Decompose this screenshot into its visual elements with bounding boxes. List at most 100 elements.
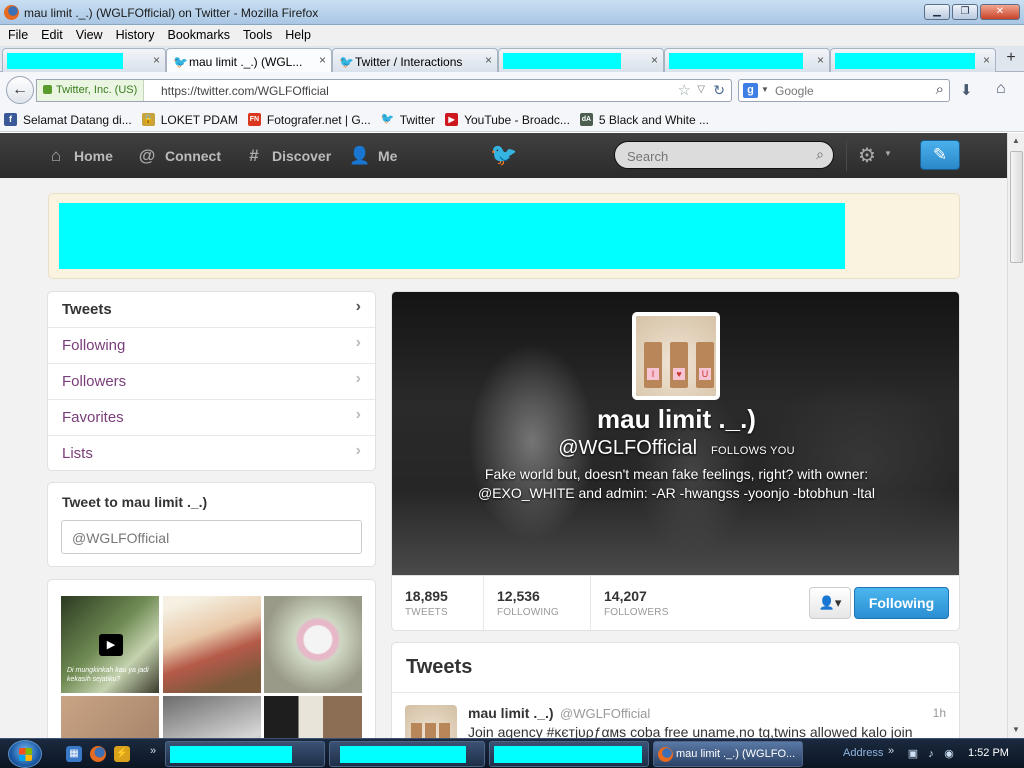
system-clock[interactable]: 1:52 PM (968, 747, 1009, 759)
scroll-down-arrow-icon[interactable]: ▼ (1008, 722, 1024, 738)
profile-nav-following[interactable]: Following › (48, 328, 375, 364)
nav-discover[interactable]: # Discover (243, 133, 331, 178)
tab-close-icon[interactable]: × (817, 53, 824, 67)
menu-help[interactable]: Help (279, 25, 318, 46)
volume-icon[interactable]: ♪ (924, 747, 938, 761)
avatar-figure (425, 723, 436, 738)
profile-nav-tweets[interactable]: Tweets › (48, 292, 375, 328)
gallery-photo[interactable] (264, 596, 362, 693)
address-toolbar-label[interactable]: Address (843, 747, 883, 759)
tab-redacted-4[interactable]: × (830, 48, 996, 72)
firefox-icon[interactable] (90, 746, 106, 762)
tab-close-icon[interactable]: × (485, 53, 492, 67)
history-dropdown-icon[interactable]: ▽ (697, 84, 705, 95)
tab-close-icon[interactable]: × (983, 53, 990, 67)
winamp-icon[interactable]: ⚡ (114, 746, 130, 762)
site-identity-button[interactable]: Twitter, Inc. (US) (37, 80, 145, 101)
gallery-photo[interactable]: ▶ Di mungkinkah kau ya jadi kekasih seja… (61, 596, 159, 693)
window-title-bar[interactable]: mau limit ._.) (WGLFOfficial) on Twitter… (0, 0, 1024, 25)
tab-close-icon[interactable]: × (651, 53, 658, 67)
profile-nav-followers[interactable]: Followers › (48, 364, 375, 400)
stat-followers[interactable]: 14,207 FOLLOWERS (591, 576, 701, 630)
gallery-photo[interactable] (163, 696, 261, 738)
home-icon[interactable]: ⌂ (996, 80, 1006, 98)
start-button[interactable] (8, 740, 42, 768)
address-toolbar-more-icon[interactable]: » (888, 745, 894, 757)
profile-nav-favorites[interactable]: Favorites › (48, 400, 375, 436)
taskbar-button-firefox[interactable]: mau limit ._.) (WGLFO... (653, 741, 803, 767)
tab-redacted-3[interactable]: × (664, 48, 830, 72)
compose-tweet-button[interactable]: ✎ (920, 140, 960, 170)
promo-banner (48, 193, 960, 279)
user-actions-dropdown-button[interactable]: 👤▾ (809, 587, 851, 619)
tweet-to-input[interactable]: @WGLFOfficial (61, 520, 362, 554)
back-button[interactable]: ← (6, 76, 34, 104)
tweet-author-screen-name[interactable]: @WGLFOfficial (560, 706, 650, 721)
following-button[interactable]: Following (854, 587, 949, 619)
twitter-search-input[interactable] (627, 147, 807, 165)
bookmark-loket-pdam[interactable]: 🔒 LOKET PDAM (141, 113, 238, 127)
stat-number: 14,207 (604, 588, 647, 604)
menu-tools[interactable]: Tools (237, 25, 279, 46)
search-icon[interactable]: ⌕ (936, 81, 944, 98)
close-button[interactable]: ✕ (980, 4, 1020, 20)
vertical-scrollbar[interactable]: ▲ ▼ (1007, 133, 1024, 738)
google-icon[interactable]: g (743, 83, 758, 98)
scrollbar-thumb[interactable] (1010, 151, 1023, 263)
tweet-timestamp[interactable]: 1h (933, 706, 946, 720)
twitter-search[interactable]: ⌕ (614, 141, 834, 169)
quicklaunch-more-icon[interactable]: » (150, 745, 156, 757)
menu-file[interactable]: File (2, 25, 35, 46)
stat-tweets[interactable]: 18,895 TWEETS (392, 576, 484, 630)
search-icon[interactable]: ⌕ (816, 146, 824, 163)
profile-avatar[interactable]: I ♥ U (632, 312, 720, 400)
tab-close-icon[interactable]: × (153, 53, 160, 67)
new-tab-button[interactable]: + (1002, 50, 1020, 68)
tab-redacted-1[interactable]: × (2, 48, 166, 72)
gallery-photo[interactable] (163, 596, 261, 693)
bookmark-deviantart[interactable]: dA 5 Black and White ... (579, 113, 709, 127)
bookmark-fotografer[interactable]: FN Fotografer.net | G... (247, 113, 371, 127)
url-text[interactable]: https://twitter.com/WGLFOfficial (161, 84, 329, 98)
nav-connect[interactable]: @ Connect (136, 133, 221, 178)
nav-home[interactable]: ⌂ Home (45, 133, 113, 178)
tab-redacted-2[interactable]: × (498, 48, 664, 72)
bookmark-youtube[interactable]: ▶ YouTube - Broadc... (445, 113, 570, 127)
profile-nav-lists[interactable]: Lists › (48, 436, 375, 472)
reload-icon[interactable]: ↻ (713, 82, 725, 99)
tweet-avatar[interactable] (405, 705, 457, 738)
menu-history[interactable]: History (110, 25, 162, 46)
twitter-logo-icon[interactable]: 🐦 (490, 142, 517, 168)
tab-active-profile[interactable]: 🐦 mau limit ._.) (WGL... × (166, 48, 332, 73)
url-bar[interactable]: Twitter, Inc. (US) https://twitter.com/W… (36, 79, 732, 102)
minimize-button[interactable]: ▁ (924, 4, 950, 20)
taskbar-button-redacted[interactable] (329, 741, 485, 767)
taskbar-button-redacted[interactable] (489, 741, 649, 767)
tab-close-icon[interactable]: × (319, 53, 326, 67)
gallery-photo[interactable] (61, 696, 159, 738)
gallery-photo[interactable] (264, 696, 362, 738)
engine-dropdown-icon[interactable]: ▼ (761, 85, 769, 94)
menu-edit[interactable]: Edit (35, 25, 70, 46)
chevron-right-icon: › (355, 370, 361, 387)
search-bar[interactable]: g ▼ Google ⌕ (738, 79, 950, 102)
maximize-button[interactable]: ❐ (952, 4, 978, 20)
show-desktop-icon[interactable]: ▦ (66, 746, 82, 762)
bookmark-star-icon[interactable]: ☆ (678, 81, 691, 99)
tab-interactions[interactable]: 🐦 Twitter / Interactions × (332, 48, 498, 72)
menu-bookmarks[interactable]: Bookmarks (161, 25, 237, 46)
page-viewport[interactable]: ⌂ Home @ Connect # Discover 👤 Me 🐦 ⌕ ⚙ ▼ ✎ T… (0, 133, 1007, 738)
menu-view[interactable]: View (70, 25, 110, 46)
tweet-author-name[interactable]: mau limit ._.) (468, 705, 554, 721)
nav-me[interactable]: 👤 Me (349, 133, 397, 178)
downloads-icon[interactable]: ⬇ (960, 81, 973, 99)
gear-icon[interactable]: ⚙ (858, 143, 876, 168)
bookmark-twitter[interactable]: 🐦 Twitter (381, 113, 435, 127)
tray-app-icon[interactable]: ◉ (942, 747, 956, 761)
bookmark-facebook[interactable]: f Selamat Datang di... (4, 113, 132, 127)
taskbar-button-redacted[interactable] (165, 741, 325, 767)
caret-down-icon[interactable]: ▼ (884, 149, 892, 158)
stat-following[interactable]: 12,536 FOLLOWING (484, 576, 591, 630)
scroll-up-arrow-icon[interactable]: ▲ (1008, 133, 1024, 149)
network-icon[interactable]: ▣ (906, 747, 920, 761)
